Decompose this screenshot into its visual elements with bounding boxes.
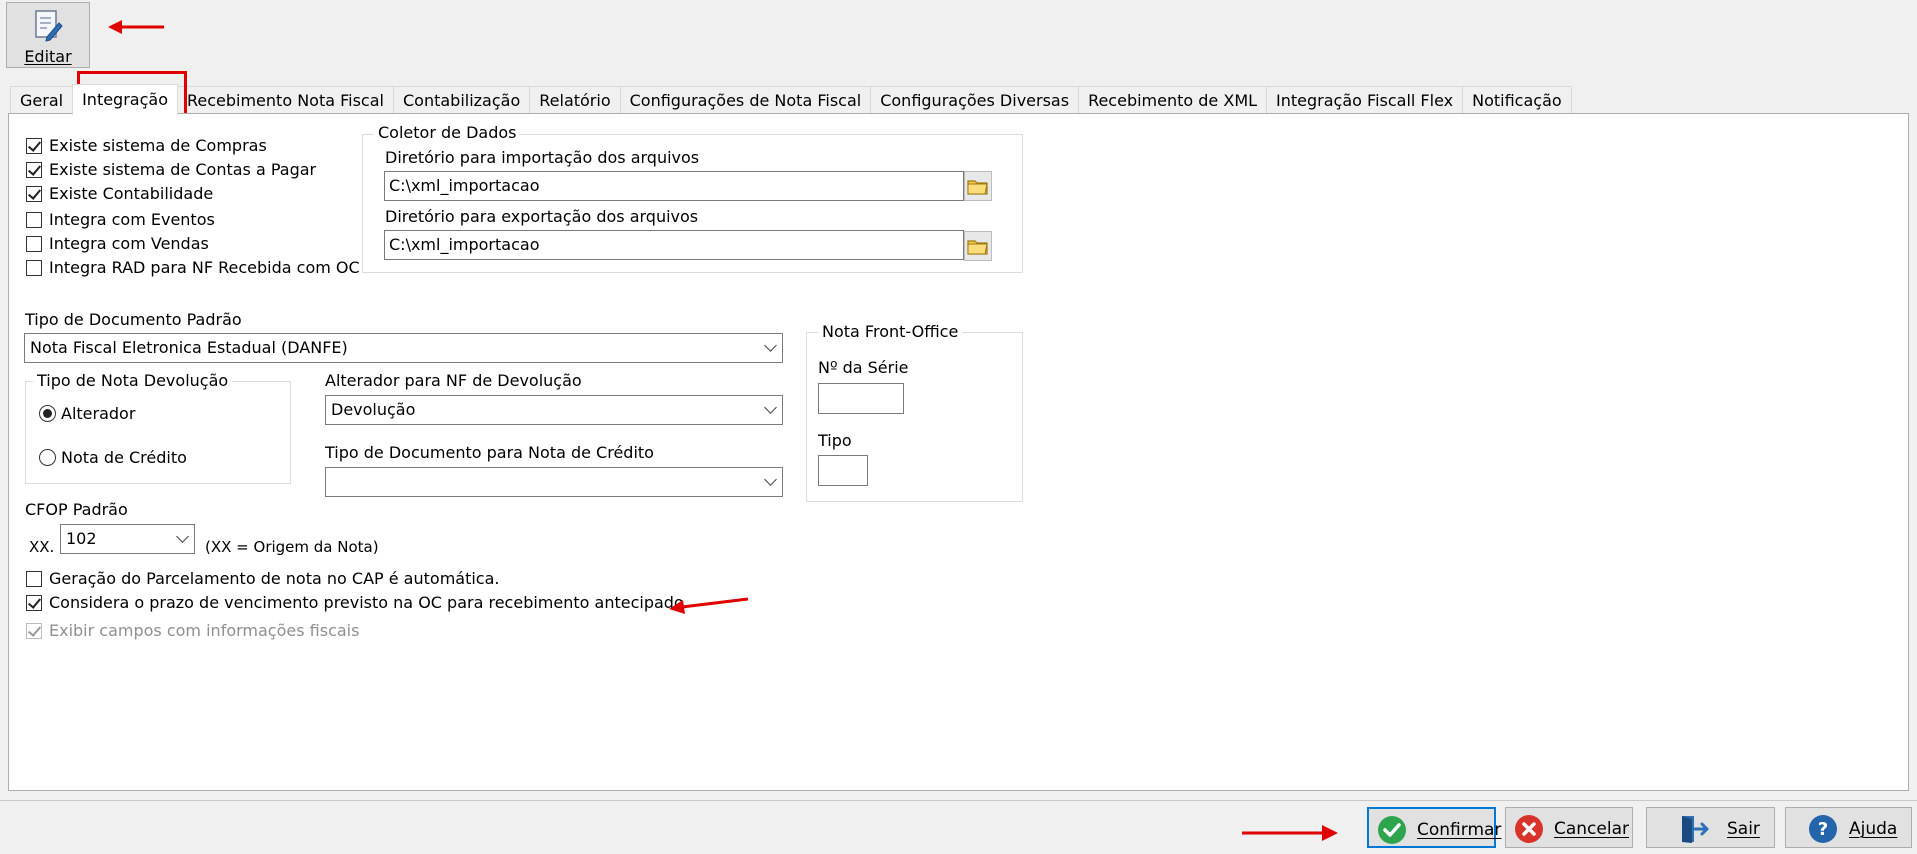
checkbox-existe-contabilidade[interactable] — [26, 186, 42, 202]
label-integra-eventos: Integra com Eventos — [49, 210, 215, 229]
label-diretorio-importacao: Diretório para importação dos arquivos — [385, 148, 700, 167]
annotation-arrow-confirmar — [1242, 825, 1338, 841]
radio-nota-de-credito[interactable] — [39, 449, 56, 466]
label-diretorio-exportacao: Diretório para exportação dos arquivos — [385, 207, 699, 226]
label-alterador-nf-devolucao: Alterador para NF de Devolução — [325, 371, 582, 390]
annotation-arrow-prazo-oc — [669, 597, 749, 614]
edit-button-label: Editar — [24, 47, 72, 66]
confirmar-button[interactable]: Confirmar — [1367, 807, 1501, 850]
label-tipo-front-office: Tipo — [818, 431, 852, 450]
browse-export-button[interactable] — [964, 231, 992, 261]
tab-configuracoes-diversas[interactable]: Configurações Diversas — [870, 86, 1080, 114]
label-numero-serie: Nº da Série — [818, 358, 909, 377]
annotation-arrow-edit — [108, 20, 164, 34]
label-integra-vendas: Integra com Vendas — [49, 234, 209, 253]
tab-relatorio[interactable]: Relatório — [529, 86, 621, 114]
group-tipo-nota-devolucao — [25, 381, 291, 484]
cancelar-label: Cancelar — [1554, 819, 1629, 839]
browse-import-button[interactable] — [964, 171, 992, 201]
label-exibir-campos-fiscais: Exibir campos com informações fiscais — [49, 621, 360, 640]
input-numero-serie[interactable] — [818, 383, 904, 414]
group-title-coletor: Coletor de Dados — [374, 123, 521, 142]
help-circle-icon: ? — [1808, 814, 1838, 849]
checkbox-integra-rad[interactable] — [26, 260, 42, 276]
sair-label: Sair — [1727, 819, 1760, 839]
exit-door-icon — [1679, 814, 1711, 849]
ajuda-label: Ajuda — [1849, 819, 1898, 839]
tab-strip: Geral Integração Recebimento Nota Fiscal… — [10, 84, 1572, 115]
tab-notificacao[interactable]: Notificação — [1462, 86, 1572, 114]
label-radio-nota-de-credito: Nota de Crédito — [61, 448, 187, 467]
tab-integracao[interactable]: Integração — [72, 84, 178, 115]
chevron-down-icon — [764, 401, 777, 414]
radio-alterador[interactable] — [39, 405, 56, 422]
cfop-prefix: XX. — [29, 538, 55, 556]
select-tipo-documento-value: Nota Fiscal Eletronica Estadual (DANFE) — [30, 338, 348, 357]
input-diretorio-importacao[interactable]: C:\xml_importacao — [384, 171, 964, 201]
label-tipo-doc-nota-credito: Tipo de Documento para Nota de Crédito — [325, 443, 654, 462]
tab-contabilizacao[interactable]: Contabilização — [392, 86, 531, 114]
checkbox-parcelamento-automatico[interactable] — [26, 571, 42, 587]
svg-text:?: ? — [1818, 819, 1828, 840]
tab-geral[interactable]: Geral — [10, 86, 74, 114]
folder-icon — [967, 180, 988, 195]
confirmar-label: Confirmar — [1417, 820, 1502, 840]
chevron-down-icon — [764, 339, 777, 352]
cfop-hint: (XX = Origem da Nota) — [205, 538, 379, 556]
input-tipo-front-office[interactable] — [818, 455, 868, 486]
select-alterador-nf-devolucao[interactable]: Devolução — [325, 395, 783, 425]
label-cfop-padrao: CFOP Padrão — [25, 500, 128, 519]
check-circle-icon — [1377, 815, 1407, 850]
sair-button[interactable]: Sair — [1646, 807, 1775, 848]
checkbox-exibir-campos-fiscais — [26, 623, 42, 639]
label-parcelamento-automatico: Geração do Parcelamento de nota no CAP é… — [49, 569, 500, 588]
checkbox-prazo-vencimento-oc[interactable] — [26, 595, 42, 611]
checkbox-existe-contas-pagar[interactable] — [26, 162, 42, 178]
select-tipo-doc-nota-credito[interactable] — [325, 467, 783, 497]
label-existe-compras: Existe sistema de Compras — [49, 136, 267, 155]
chevron-down-icon — [176, 530, 189, 543]
label-radio-alterador: Alterador — [61, 404, 136, 423]
input-diretorio-exportacao[interactable]: C:\xml_importacao — [384, 230, 964, 260]
cancelar-button[interactable]: Cancelar — [1505, 807, 1633, 848]
checkbox-integra-vendas[interactable] — [26, 236, 42, 252]
edit-button[interactable]: Editar — [6, 2, 90, 68]
label-existe-contas-pagar: Existe sistema de Contas a Pagar — [49, 160, 317, 179]
select-alterador-value: Devolução — [331, 400, 416, 419]
label-tipo-documento-padrao: Tipo de Documento Padrão — [25, 310, 242, 329]
select-cfop-value: 102 — [66, 529, 97, 548]
checkbox-existe-compras[interactable] — [26, 138, 42, 154]
tab-recebimento-nota-fiscal[interactable]: Recebimento Nota Fiscal — [176, 86, 394, 114]
select-tipo-documento-padrao[interactable]: Nota Fiscal Eletronica Estadual (DANFE) — [24, 333, 783, 363]
group-title-tipo-nota-devolucao: Tipo de Nota Devolução — [33, 371, 233, 390]
chevron-down-icon — [764, 473, 777, 486]
group-title-nota-front-office: Nota Front-Office — [818, 322, 963, 341]
cancel-circle-icon — [1514, 814, 1544, 849]
checkbox-integra-eventos[interactable] — [26, 212, 42, 228]
edit-document-icon — [33, 9, 63, 47]
label-integra-rad: Integra RAD para NF Recebida com OC — [49, 258, 360, 277]
select-cfop-padrao[interactable]: 102 — [60, 524, 195, 554]
folder-icon — [967, 240, 988, 255]
tab-configuracoes-nota-fiscal[interactable]: Configurações de Nota Fiscal — [619, 86, 872, 114]
label-existe-contabilidade: Existe Contabilidade — [49, 184, 214, 203]
tab-recebimento-xml[interactable]: Recebimento de XML — [1078, 86, 1268, 114]
label-prazo-vencimento-oc: Considera o prazo de vencimento previsto… — [49, 593, 689, 612]
tab-integracao-fiscall-flex[interactable]: Integração Fiscall Flex — [1266, 86, 1464, 114]
ajuda-button[interactable]: ? Ajuda — [1785, 807, 1912, 848]
